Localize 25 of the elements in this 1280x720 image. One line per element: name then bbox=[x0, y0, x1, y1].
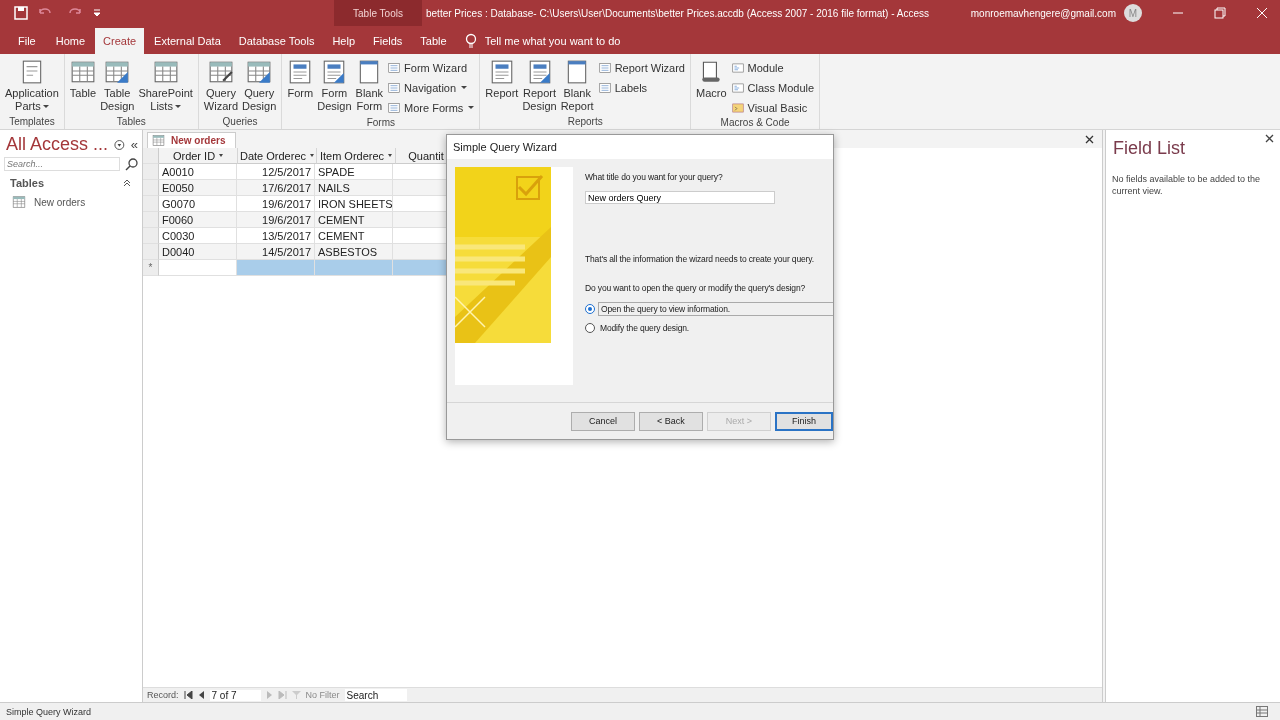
group-label: Forms bbox=[365, 117, 396, 130]
question-text: Do you want to open the query or modify the query's design? bbox=[585, 283, 807, 293]
status-text: Simple Query Wizard bbox=[6, 706, 92, 717]
table-cell: D0040 bbox=[159, 244, 237, 260]
group-label: Templates bbox=[8, 116, 56, 129]
table-cell: CEMENT bbox=[315, 212, 393, 228]
group-label: Tables bbox=[115, 116, 147, 129]
table-cell: 14/5/2017 bbox=[237, 244, 315, 260]
table-cell: 17/6/2017 bbox=[237, 180, 315, 196]
table-cell: F0060 bbox=[159, 212, 237, 228]
group-label: Reports bbox=[566, 116, 604, 129]
table-cell: 19/6/2017 bbox=[237, 212, 315, 228]
table-cell: ASBESTOS bbox=[315, 244, 393, 260]
window-title: better Prices : Database- C:\Users\User\Documents\better Prices.accdb (Access 2007 - 2016 file format) - Access bbox=[426, 7, 929, 19]
panel-message: No fields available to be added to the current view. bbox=[1112, 173, 1262, 197]
prompt-text: What title do you want for your query? bbox=[585, 172, 724, 182]
record-label: Record: bbox=[147, 690, 179, 700]
group-label: Queries bbox=[221, 116, 259, 129]
group-label: Macros & Code bbox=[719, 117, 791, 130]
table-cell: E0050 bbox=[159, 180, 237, 196]
table-cell: NAILS bbox=[315, 180, 393, 196]
dialog-title: Simple Query Wizard bbox=[447, 135, 833, 159]
info-text: That's all the information the wizard needs to create your query. bbox=[585, 254, 815, 264]
panel-title: Field List bbox=[1112, 137, 1186, 159]
contextual-tab-group: Table Tools bbox=[334, 0, 422, 26]
